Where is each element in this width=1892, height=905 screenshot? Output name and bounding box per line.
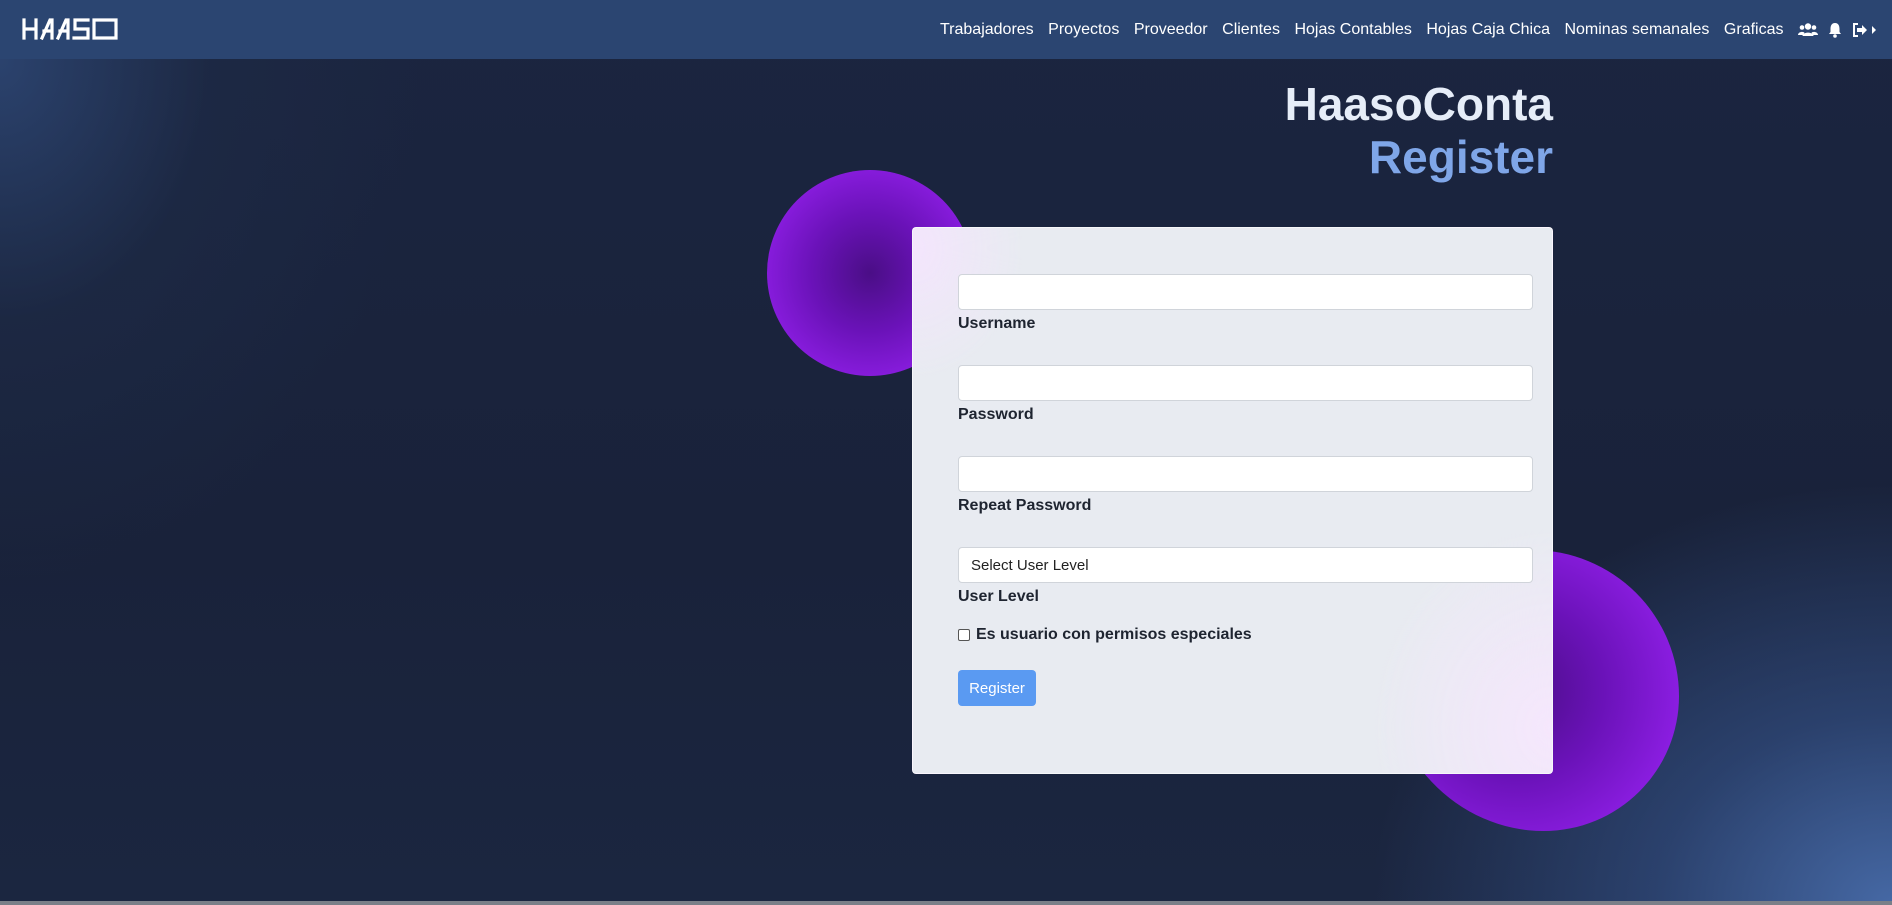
user-level-select[interactable]: Select User Level [958, 547, 1533, 583]
username-group: Username [958, 274, 1533, 333]
nav-link-hojas-caja-chica[interactable]: Hojas Caja Chica [1426, 21, 1550, 39]
logout-icon[interactable] [1852, 22, 1878, 38]
repeat-password-label: Repeat Password [958, 497, 1092, 514]
password-group: Password [958, 365, 1533, 424]
nav-link-clientes[interactable]: Clientes [1222, 21, 1280, 39]
nav-link-trabajadores[interactable]: Trabajadores [940, 21, 1034, 39]
nav-link-proyectos[interactable]: Proyectos [1048, 21, 1119, 39]
nav-link-nominas-semanales[interactable]: Nominas semanales [1564, 21, 1709, 39]
top-navbar: Trabajadores Proyectos Proveedor Cliente… [0, 0, 1892, 59]
repeat-password-input[interactable] [958, 456, 1533, 492]
bottom-scroll-bar [0, 901, 1892, 905]
users-icon[interactable] [1798, 22, 1818, 38]
title-block: HaasoConta Register [1285, 78, 1553, 184]
repeat-password-group: Repeat Password [958, 456, 1533, 515]
user-level-group: Select User Level User Level [958, 547, 1533, 606]
password-input[interactable] [958, 365, 1533, 401]
nav-link-graficas[interactable]: Graficas [1724, 21, 1784, 39]
password-label: Password [958, 406, 1034, 423]
nav-links: Trabajadores Proyectos Proveedor Cliente… [940, 0, 1882, 59]
nav-link-proveedor[interactable]: Proveedor [1134, 21, 1208, 39]
register-button[interactable]: Register [958, 670, 1036, 706]
page-title: Register [1368, 131, 1553, 183]
brand-logo[interactable] [22, 14, 120, 44]
user-level-label: User Level [958, 588, 1039, 605]
special-permissions-label[interactable]: Es usuario con permisos especiales [976, 626, 1252, 644]
user-level-selected: Select User Level [971, 556, 1089, 574]
username-input[interactable] [958, 274, 1533, 310]
app-title: HaasoConta [1284, 78, 1553, 130]
special-permissions-row: Es usuario con permisos especiales [958, 626, 1252, 644]
nav-link-hojas-contables[interactable]: Hojas Contables [1294, 21, 1411, 39]
bell-icon[interactable] [1828, 22, 1842, 38]
register-form-card: Username Password Repeat Password Select… [912, 227, 1553, 774]
special-permissions-checkbox[interactable] [958, 629, 970, 641]
username-label: Username [958, 315, 1036, 332]
